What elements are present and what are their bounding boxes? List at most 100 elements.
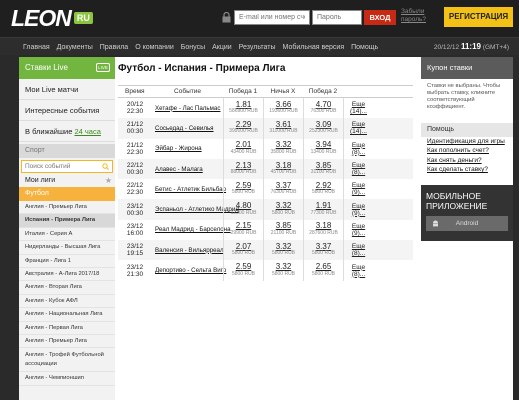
- event-date: 23/12: [126, 202, 144, 210]
- event-time: 00:30: [126, 128, 144, 136]
- more-markets-link[interactable]: Еще (14)...: [343, 98, 373, 119]
- logo-badge: RU: [73, 12, 93, 24]
- odd-win1[interactable]: 2.29 399100 RUB: [223, 118, 263, 139]
- nav-item-promotions[interactable]: Акции: [212, 44, 232, 51]
- league-item[interactable]: Англия - Национальная Лига: [19, 308, 115, 322]
- odd-draw[interactable]: 3.18 45700 RUB: [263, 158, 303, 180]
- league-item[interactable]: Англия - Чемпионшип: [19, 372, 115, 386]
- league-item[interactable]: Франция - Лига 1: [19, 255, 115, 268]
- more-markets-link[interactable]: Еще (9)...: [343, 179, 373, 200]
- more-markets-link[interactable]: Еще (9)...: [343, 199, 373, 220]
- odd-max-stake: 287600 RUB: [309, 229, 338, 236]
- event-link[interactable]: Бетис - Атлетик Бильбао: [152, 179, 226, 199]
- event-search-field[interactable]: Поиск событий: [21, 160, 113, 173]
- register-button[interactable]: РЕГИСТРАЦИЯ: [444, 7, 513, 27]
- odd-win1[interactable]: 4.80 12300 RUB: [223, 199, 263, 220]
- more-markets-link[interactable]: Еще (8)...: [343, 138, 373, 159]
- nav-item-bonuses[interactable]: Бонусы: [181, 44, 205, 51]
- league-item[interactable]: Англия - Первая Лига: [19, 322, 115, 335]
- event-link[interactable]: Реал Мадрид - Барселона: [152, 220, 231, 240]
- league-item-active[interactable]: Испания - Примера Лига: [19, 214, 115, 228]
- league-item[interactable]: Англия - Вторая Лига: [19, 281, 115, 295]
- odd-max-stake: 5800 RUB: [231, 189, 256, 196]
- odd-draw[interactable]: 3.32 5800 RUB: [263, 199, 303, 220]
- help-link-identification[interactable]: Идентификация для игры: [421, 137, 513, 146]
- login-input[interactable]: [234, 10, 310, 25]
- event-link[interactable]: Эйбар - Жирона: [152, 139, 223, 159]
- odd-draw[interactable]: 3.85 21100 RUB: [263, 219, 303, 241]
- event-datetime: 21/12 00:30: [118, 118, 152, 138]
- odd-win2[interactable]: 3.94 13400 RUB: [303, 138, 343, 159]
- odd-win2[interactable]: 3.18 287600 RUB: [303, 219, 343, 241]
- odd-win1[interactable]: 2.13 88000 RUB: [223, 158, 263, 180]
- my-leagues-row[interactable]: Мои лиги ★: [19, 175, 115, 187]
- odd-win2[interactable]: 2.65 5800 RUB: [303, 260, 343, 281]
- odd-win2[interactable]: 2.92 5800 RUB: [303, 179, 343, 200]
- league-item[interactable]: Италия - Серия А: [19, 228, 115, 242]
- nav-item-documents[interactable]: Документы: [57, 44, 93, 51]
- odd-win2[interactable]: 4.70 76300 RUB: [303, 98, 343, 119]
- sport-football[interactable]: Футбол: [19, 187, 115, 201]
- more-count: (14)...: [350, 128, 367, 136]
- help-link-deposit[interactable]: Как пополнить счет?: [421, 146, 513, 155]
- league-item[interactable]: Австралия - А-Лига 2017/18: [19, 268, 115, 282]
- event-link[interactable]: Депортиво - Сельта Виго: [152, 260, 226, 280]
- star-icon[interactable]: ★: [105, 175, 112, 187]
- main-content: Футбол - Испания - Примера Лига Время Со…: [118, 57, 416, 400]
- odd-win2[interactable]: 1.91 77300 RUB: [303, 199, 343, 220]
- event-link[interactable]: Валенсия - Вильярреал: [152, 240, 224, 260]
- odd-draw[interactable]: 3.32 5800 RUB: [263, 240, 303, 261]
- search-icon[interactable]: [102, 163, 109, 170]
- leon-logo[interactable]: LEON RU: [11, 5, 93, 31]
- odd-win1[interactable]: 2.59 5800 RUB: [223, 179, 263, 200]
- event-link[interactable]: Эспаньол - Атлетико Мадрид: [152, 199, 239, 219]
- odd-win1[interactable]: 2.59 5800 RUB: [223, 260, 263, 281]
- odd-win1[interactable]: 2.07 5800 RUB: [223, 240, 263, 261]
- odd-max-stake: 252300 RUB: [309, 128, 338, 135]
- nav-item-home[interactable]: Главная: [23, 44, 50, 51]
- league-item[interactable]: Нидерланды - Высшая Лига: [19, 241, 115, 255]
- more-markets-link[interactable]: Еще (8)...: [343, 240, 373, 261]
- lock-icon: [222, 12, 231, 23]
- site-header: LEON RU ВХОД Забыли пароль? РЕГИСТРАЦИЯ: [0, 0, 519, 37]
- odd-draw[interactable]: 3.61 311000 RUB: [263, 118, 303, 139]
- more-markets-link[interactable]: Еще (14)...: [343, 118, 373, 139]
- odd-win2[interactable]: 3.85 31100 RUB: [303, 158, 343, 180]
- odd-win1[interactable]: 2.15 29900 RUB: [223, 219, 263, 241]
- odd-max-stake: 5800 RUB: [271, 250, 296, 257]
- odd-win2[interactable]: 3.37 5800 RUB: [303, 240, 343, 261]
- odd-win1[interactable]: 1.81 586900 RUB: [223, 98, 263, 119]
- next-24h-link[interactable]: В ближайшие 24 часа: [19, 121, 115, 142]
- event-link[interactable]: Алавес - Малага: [152, 159, 223, 179]
- league-item[interactable]: Англия - Премьер Лига: [19, 335, 115, 349]
- event-datetime: 20/12 22:30: [118, 98, 152, 118]
- interesting-events-link[interactable]: Интересные события: [19, 100, 115, 121]
- odd-draw[interactable]: 3.32 35800 RUB: [263, 138, 303, 159]
- more-markets-link[interactable]: Еще (9)...: [343, 219, 373, 241]
- password-input[interactable]: [312, 10, 362, 25]
- odd-draw[interactable]: 3.66 193600 RUB: [263, 98, 303, 119]
- nav-item-results[interactable]: Результаты: [239, 44, 276, 51]
- nav-item-help[interactable]: Помощь: [351, 44, 378, 51]
- nav-item-rules[interactable]: Правила: [100, 44, 128, 51]
- live-bets-header[interactable]: Ставки Live LIVE: [19, 57, 115, 79]
- event-link[interactable]: Хетафе - Лас Пальмас: [152, 98, 223, 118]
- odd-win1[interactable]: 2.01 43400 RUB: [223, 138, 263, 159]
- league-item[interactable]: Англия - Кубок АФЛ: [19, 295, 115, 309]
- odd-win2[interactable]: 3.09 252300 RUB: [303, 118, 343, 139]
- nav-item-about[interactable]: О компании: [135, 44, 174, 51]
- login-button[interactable]: ВХОД: [364, 10, 396, 25]
- forgot-password-link[interactable]: Забыли пароль?: [401, 8, 435, 24]
- my-live-matches-link[interactable]: Мои Live матчи: [19, 79, 115, 100]
- odd-draw[interactable]: 3.32 5800 RUB: [263, 260, 303, 281]
- nav-item-mobile[interactable]: Мобильная версия: [283, 44, 345, 51]
- event-link[interactable]: Сосьедад - Севилья: [152, 118, 223, 138]
- help-link-withdraw[interactable]: Как снять деньги?: [421, 156, 513, 165]
- help-link-place-bet[interactable]: Как сделать ставку?: [421, 165, 513, 174]
- league-item[interactable]: Англия - Премьер Лига: [19, 201, 115, 215]
- odd-draw[interactable]: 3.37 76300 RUB: [263, 179, 303, 200]
- more-markets-link[interactable]: Еще (8)...: [343, 158, 373, 180]
- more-markets-link[interactable]: Еще (8)...: [343, 260, 373, 281]
- league-item[interactable]: Англия - Трофей Футбольной ассоциации: [19, 348, 115, 373]
- android-download-button[interactable]: Android: [426, 216, 508, 231]
